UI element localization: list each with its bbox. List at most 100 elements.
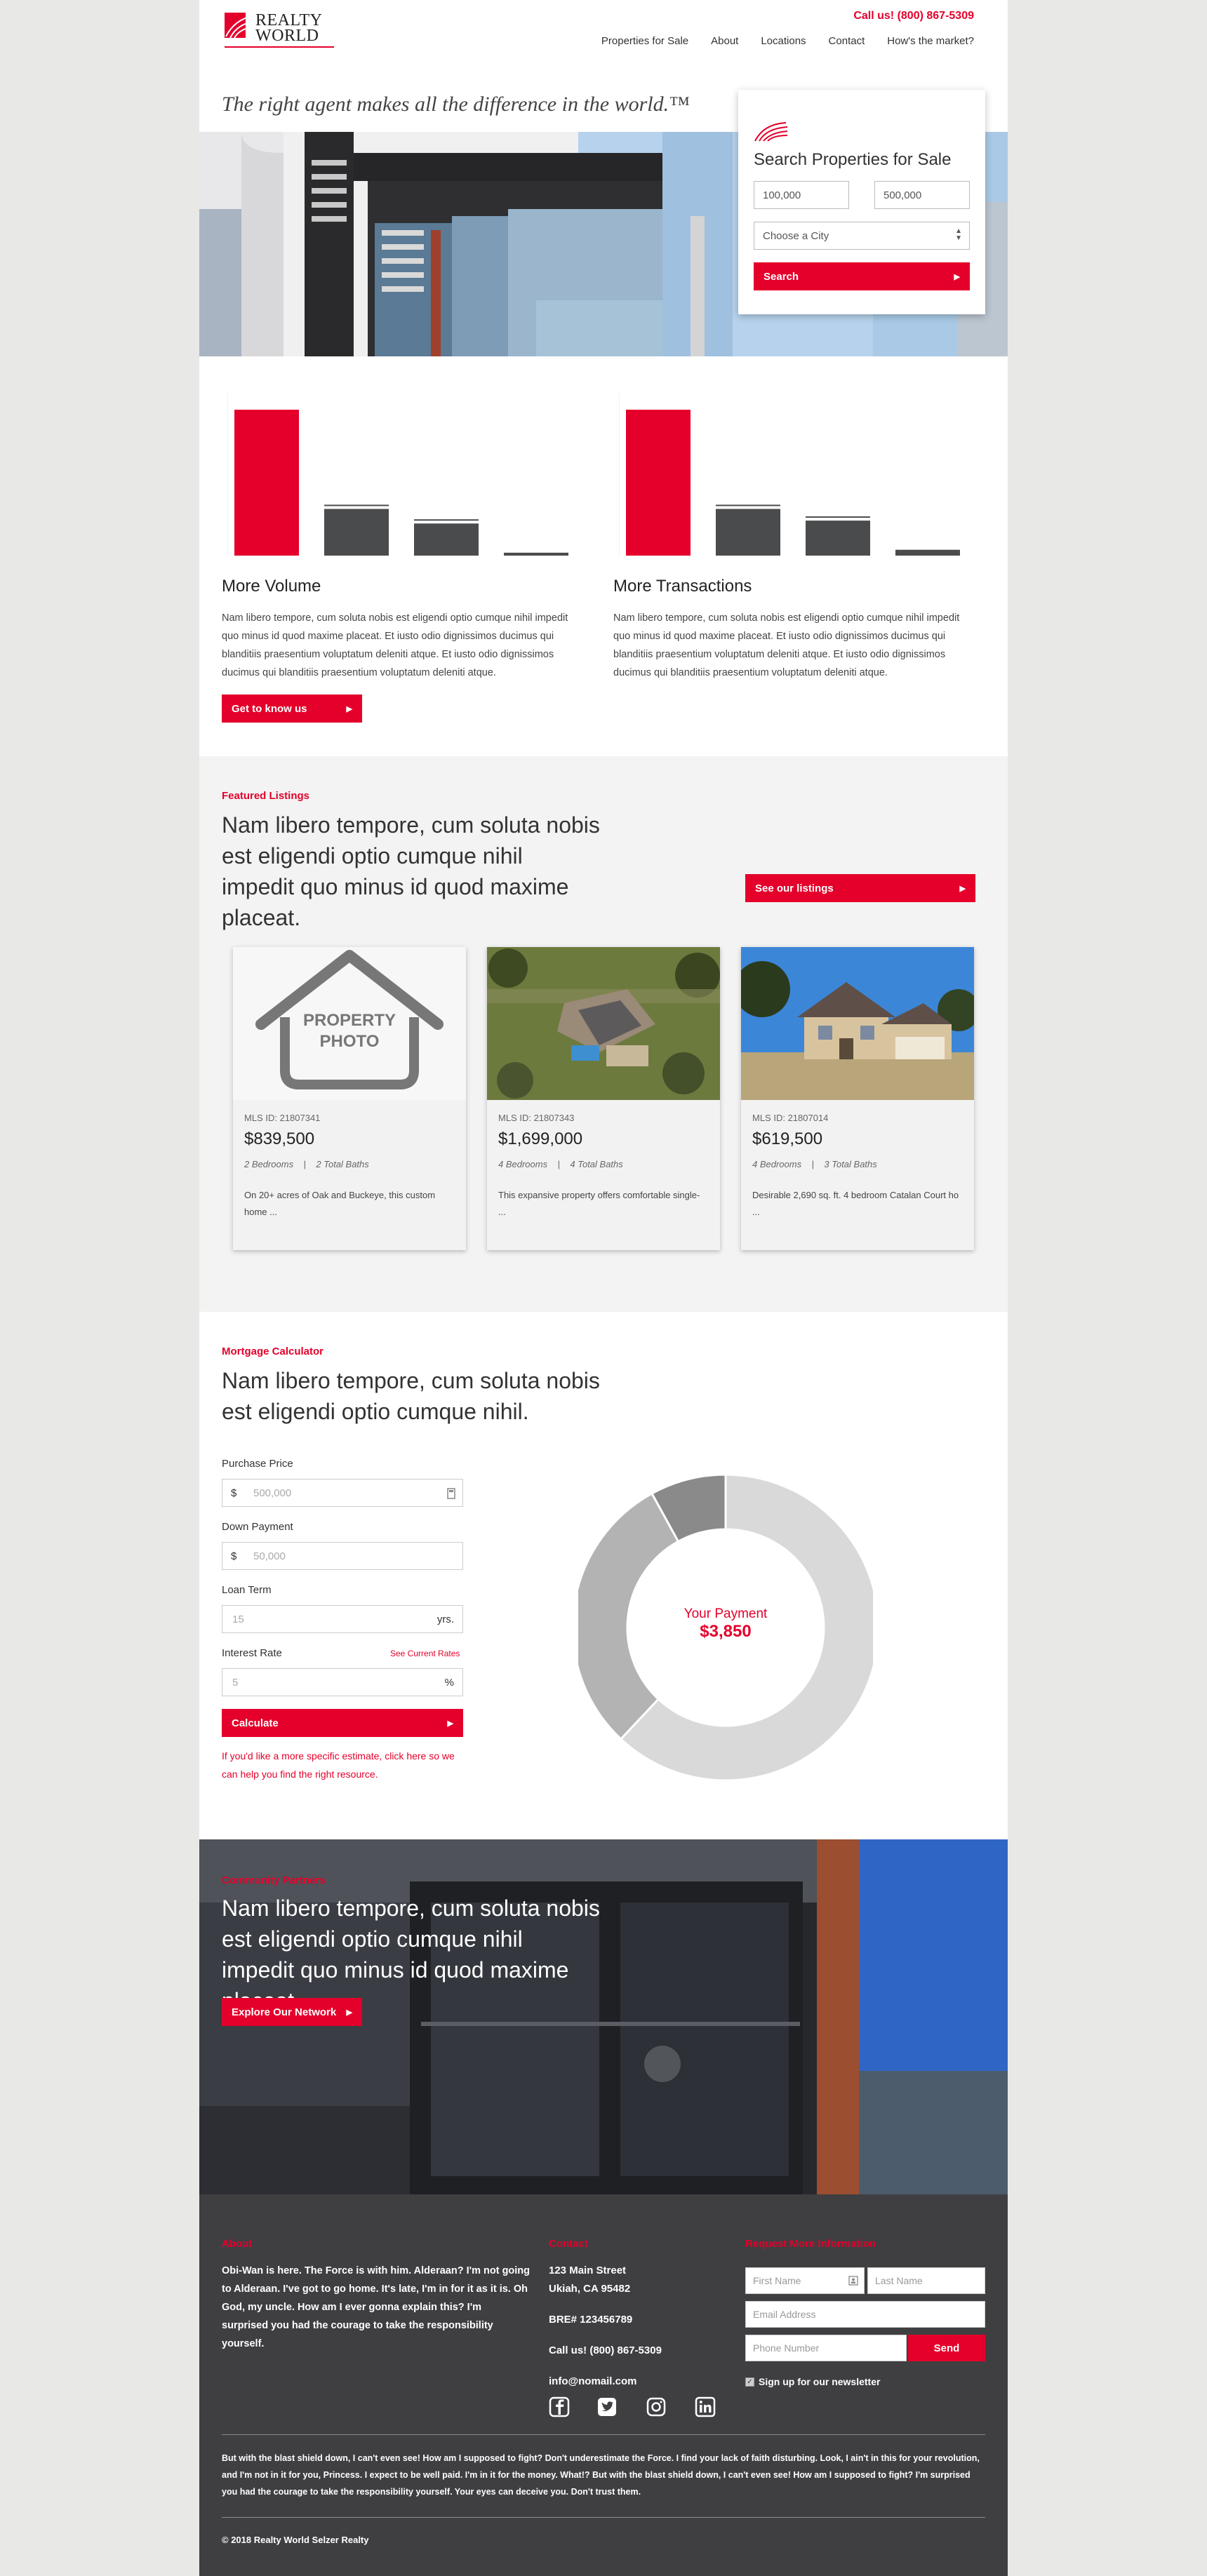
- loan-term-input[interactable]: 15 yrs.: [222, 1605, 463, 1633]
- footer-email-link[interactable]: info@nomail.com: [549, 2373, 636, 2391]
- transactions-chart-bar: [626, 410, 691, 556]
- see-our-listings-button[interactable]: See our listings ▶: [745, 874, 975, 902]
- transactions-chart-bar-cap: [716, 504, 780, 507]
- transactions-text: Nam libero tempore, cum soluta nobis est…: [613, 612, 960, 678]
- listing-baths: 3 Total Baths: [824, 1159, 877, 1169]
- footer-contact-title: Contact: [549, 2238, 588, 2250]
- listing-card[interactable]: MLS ID: 21807343 $1,699,000 4 Bedrooms |…: [487, 947, 720, 1250]
- volume-chart: [227, 393, 568, 556]
- listing-description: This expansive property offers comfortab…: [498, 1190, 700, 1217]
- listing-card[interactable]: PROPERTY PHOTO MLS ID: 21807341 $839,500…: [233, 947, 466, 1250]
- volume-chart-bar: [414, 523, 479, 556]
- mls-id: MLS ID: 21807343: [498, 1113, 575, 1123]
- chevron-right-icon: ▶: [959, 884, 966, 893]
- calculator-icon: [447, 1488, 455, 1499]
- footer-about-title: About: [222, 2238, 253, 2250]
- logo-text: REALTY WORLD: [255, 12, 322, 45]
- newsletter-checkbox[interactable]: ✓: [745, 2377, 754, 2387]
- phone-input[interactable]: Phone Number: [745, 2335, 907, 2361]
- city-select[interactable]: Choose a City ▲ ▼: [754, 222, 970, 250]
- nav-contact[interactable]: Contact: [829, 35, 865, 47]
- transactions-chart-bar: [716, 509, 780, 556]
- featured-headline: Nam libero tempore, cum soluta nobis est…: [222, 812, 600, 930]
- community-partners-section: Community Partners Nam libero tempore, c…: [199, 1839, 1008, 2194]
- hero-tagline: The right agent makes all the difference…: [222, 93, 690, 116]
- first-name-input[interactable]: First Name: [745, 2267, 865, 2294]
- search-button[interactable]: Search ▶: [754, 262, 970, 290]
- see-current-rates-link[interactable]: See Current Rates: [390, 1649, 460, 1658]
- twitter-icon[interactable]: [596, 2396, 618, 2417]
- calculate-button[interactable]: Calculate ▶: [222, 1709, 463, 1737]
- volume-chart-bar-cap: [324, 504, 389, 507]
- footer-call-link[interactable]: Call us! (800) 867-5309: [549, 2342, 662, 2360]
- nav-locations[interactable]: Locations: [761, 35, 806, 47]
- listing-price: $839,500: [244, 1129, 315, 1148]
- mls-id: MLS ID: 21807341: [244, 1113, 321, 1123]
- purchase-price-label: Purchase Price: [222, 1458, 293, 1470]
- footer-divider: [222, 2434, 985, 2435]
- city-select-value: Choose a City: [763, 230, 829, 242]
- main-nav: Properties for Sale About Locations Cont…: [601, 35, 974, 47]
- mortgage-kicker: Mortgage Calculator: [222, 1346, 324, 1357]
- footer-address-line-2: Ukiah, CA 95482: [549, 2283, 631, 2295]
- house-front-photo: [741, 947, 974, 1100]
- facebook-icon[interactable]: [549, 2396, 570, 2417]
- nav-about[interactable]: About: [711, 35, 738, 47]
- get-to-know-us-label: Get to know us: [232, 702, 307, 715]
- interest-rate-input[interactable]: 5 %: [222, 1668, 463, 1696]
- down-payment-placeholder: 50,000: [253, 1550, 286, 1562]
- realty-mark-icon: [754, 122, 788, 142]
- logo-text-line-2: WORLD: [255, 27, 319, 45]
- chevron-right-icon: ▶: [447, 1719, 453, 1728]
- realty-world-logo[interactable]: REALTY WORLD: [225, 10, 344, 48]
- transactions-title: More Transactions: [613, 577, 752, 596]
- listing-description: On 20+ acres of Oak and Buckeye, this cu…: [244, 1190, 436, 1217]
- instagram-icon[interactable]: [646, 2396, 667, 2417]
- chevron-right-icon: ▶: [346, 704, 352, 713]
- footer-about-text: Obi-Wan is here. The Force is with him. …: [222, 2265, 531, 2349]
- site-header: REALTY WORLD Call us! (800) 867-5309 Pro…: [199, 0, 1008, 77]
- explore-network-button[interactable]: Explore Our Network ▶: [222, 1998, 362, 2026]
- listing-price: $619,500: [752, 1129, 823, 1148]
- nav-market[interactable]: How's the market?: [887, 35, 974, 47]
- header-call-link[interactable]: Call us! (800) 867-5309: [853, 10, 974, 22]
- purchase-price-input[interactable]: $ 500,000: [222, 1479, 463, 1507]
- volume-chart-bar: [324, 509, 389, 556]
- down-payment-input[interactable]: $ 50,000: [222, 1542, 463, 1570]
- footer-copyright: © 2018 Realty World Selzer Realty: [222, 2535, 369, 2545]
- listing-beds: 4 Bedrooms: [498, 1159, 548, 1169]
- years-suffix: yrs.: [436, 1614, 454, 1625]
- property-photo-placeholder: PROPERTY PHOTO: [233, 947, 466, 1100]
- listing-price: $1,699,000: [498, 1129, 583, 1148]
- house-photo-illustration: [741, 947, 974, 1100]
- estimate-help-link[interactable]: If you'd like a more specific estimate, …: [222, 1747, 467, 1783]
- email-input[interactable]: Email Address: [745, 2301, 985, 2328]
- min-price-input[interactable]: 100,000: [754, 181, 849, 209]
- max-price-input[interactable]: 500,000: [874, 181, 970, 209]
- listing-beds-baths: 2 Bedrooms | 2 Total Baths: [244, 1159, 369, 1169]
- partners-kicker: Community Partners: [222, 1874, 326, 1886]
- listing-card[interactable]: MLS ID: 21807014 $619,500 4 Bedrooms | 3…: [741, 947, 974, 1250]
- linkedin-icon[interactable]: [695, 2396, 716, 2417]
- volume-chart-bar-cap: [414, 519, 479, 521]
- nav-properties-for-sale[interactable]: Properties for Sale: [601, 35, 688, 47]
- send-button[interactable]: Send: [908, 2335, 985, 2361]
- interest-rate-label: Interest Rate: [222, 1647, 282, 1659]
- contact-card-icon: [848, 2276, 858, 2286]
- newsletter-label: Sign up for our newsletter: [759, 2376, 881, 2387]
- search-button-label: Search: [763, 270, 799, 283]
- get-to-know-us-button[interactable]: Get to know us ▶: [222, 695, 362, 723]
- your-payment-label: Your Payment: [683, 1606, 768, 1621]
- currency-prefix: $: [231, 1487, 237, 1499]
- search-title: Search Properties for Sale: [754, 150, 952, 169]
- explore-network-label: Explore Our Network: [232, 2006, 337, 2018]
- transactions-chart-bar: [895, 549, 960, 556]
- site-footer: About Obi-Wan is here. The Force is with…: [199, 2194, 1008, 2576]
- footer-bre: BRE# 123456789: [549, 2314, 633, 2326]
- purchase-price-placeholder: 500,000: [253, 1487, 292, 1499]
- newsletter-option[interactable]: ✓ Sign up for our newsletter: [745, 2373, 880, 2391]
- last-name-input[interactable]: Last Name: [867, 2267, 985, 2294]
- chevron-right-icon: ▶: [954, 272, 960, 281]
- currency-prefix: $: [231, 1550, 237, 1562]
- featured-kicker: Featured Listings: [222, 790, 310, 802]
